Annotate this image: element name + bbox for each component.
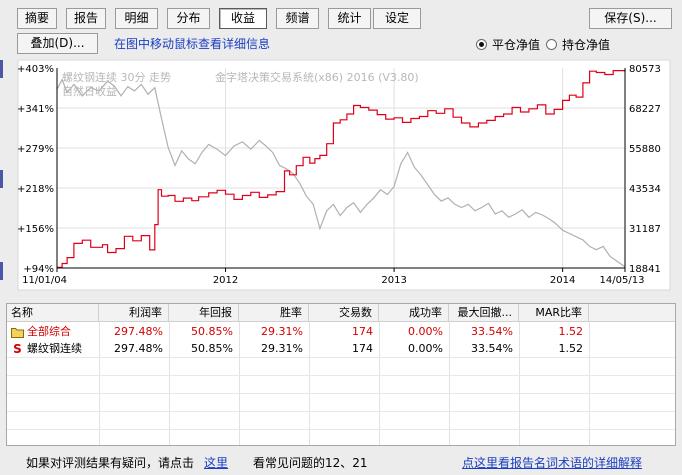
y-tick-label-left: +279% bbox=[17, 144, 54, 155]
glossary-link[interactable]: 点这里看报告名词术语的详细解释 bbox=[462, 454, 642, 471]
x-tick-label: 2013 bbox=[381, 275, 406, 286]
feedback-text: 如果对评测结果有疑问，请点击 bbox=[26, 456, 195, 470]
mode-label: 持仓净值 bbox=[562, 38, 611, 52]
overlay-period-label: 自然日收益 bbox=[62, 84, 117, 98]
y-tick-label-right: 18841 bbox=[629, 264, 661, 275]
mode-open-equity[interactable]: 持仓净值 bbox=[546, 36, 610, 53]
radio-unselected-icon[interactable] bbox=[546, 39, 557, 50]
row-divider bbox=[7, 393, 675, 394]
cell-max-drawdown: 33.54% bbox=[471, 342, 513, 355]
y-tick-label-right: 43534 bbox=[629, 184, 661, 195]
y-tick-label-left: +403% bbox=[17, 64, 54, 75]
cell-trade-count: 174 bbox=[352, 325, 373, 338]
cell-success-rate: 0.00% bbox=[408, 342, 443, 355]
column-header-max-drawdown[interactable]: 最大回撤... bbox=[449, 304, 519, 322]
row-name-cell: S 螺纹钢连续 bbox=[11, 341, 99, 357]
cell-mar-ratio: 1.52 bbox=[558, 325, 584, 338]
row-divider bbox=[7, 429, 675, 430]
cell-annual-return: 50.85% bbox=[191, 342, 233, 355]
report-window: 摘要 报告 明细 分布 收益 频谱 统计 设定 保存(S)... 叠加(D)..… bbox=[0, 0, 682, 475]
table-row[interactable]: S 螺纹钢连续 297.48% 50.85% 29.31% 174 0.00% … bbox=[7, 341, 675, 357]
equity-chart[interactable]: +403% 80573 +341% 68227 +279% 55880 +218% 43534… bbox=[0, 58, 682, 293]
cell-max-drawdown: 33.54% bbox=[471, 325, 513, 338]
help-here-link[interactable]: 这里 bbox=[204, 454, 228, 471]
cell-profit-rate: 297.48% bbox=[114, 325, 163, 338]
y-tick-label-right: 55880 bbox=[629, 144, 661, 155]
strategy-s-icon: S bbox=[13, 342, 22, 356]
x-tick-label: 2014 bbox=[550, 275, 575, 286]
radio-selected-icon[interactable] bbox=[476, 39, 487, 50]
x-tick-label: 14/05/13 bbox=[600, 275, 645, 286]
row-divider bbox=[7, 357, 675, 358]
cell-success-rate: 0.00% bbox=[408, 325, 443, 338]
tab-statistics[interactable]: 统计 bbox=[328, 8, 371, 29]
tab-details[interactable]: 明细 bbox=[115, 8, 158, 29]
overlay-instrument-label: 螺纹钢连续 30分 走势 bbox=[62, 70, 171, 84]
y-tick-label-left: +341% bbox=[17, 104, 54, 115]
column-header-name[interactable]: 名称 bbox=[7, 304, 99, 322]
column-header-mar-ratio[interactable]: MAR比率 bbox=[519, 304, 589, 322]
save-button[interactable]: 保存(S)... bbox=[589, 8, 672, 29]
cell-profit-rate: 297.48% bbox=[114, 342, 163, 355]
row-name: 全部综合 bbox=[27, 325, 71, 338]
y-tick-label-left: +94% bbox=[23, 264, 54, 275]
x-tick-label: 11/01/04 bbox=[22, 275, 67, 286]
tab-spectrum[interactable]: 频谱 bbox=[276, 8, 319, 29]
chart-hint: 在图中移动鼠标查看详细信息 bbox=[114, 37, 271, 51]
tab-report[interactable]: 报告 bbox=[66, 8, 106, 29]
overlay-system-label: 金字塔决策交易系统(x86) 2016 (V3.80) bbox=[215, 70, 419, 84]
tab-returns[interactable]: 收益 bbox=[219, 8, 267, 29]
row-divider bbox=[7, 375, 675, 376]
column-header-annual-return[interactable]: 年回报 bbox=[169, 304, 239, 322]
row-name-cell: 全部综合 bbox=[11, 324, 99, 340]
y-tick-label-right: 80573 bbox=[629, 64, 661, 75]
x-tick-label: 2012 bbox=[213, 275, 238, 286]
row-name: 螺纹钢连续 bbox=[27, 342, 82, 355]
cell-annual-return: 50.85% bbox=[191, 325, 233, 338]
cell-mar-ratio: 1.52 bbox=[558, 342, 584, 355]
column-header-trade-count[interactable]: 交易数 bbox=[309, 304, 379, 322]
mode-label: 平仓净值 bbox=[492, 38, 541, 52]
tab-summary[interactable]: 摘要 bbox=[17, 8, 57, 29]
cell-win-rate: 29.31% bbox=[261, 325, 303, 338]
column-header-win-rate[interactable]: 胜率 bbox=[239, 304, 309, 322]
results-table: 名称 利润率 年回报 胜率 交易数 成功率 最大回撤... MAR比率 全部综合 bbox=[6, 303, 676, 446]
y-tick-label-left: +156% bbox=[17, 224, 54, 235]
column-header-success-rate[interactable]: 成功率 bbox=[379, 304, 449, 322]
y-tick-label-right: 31187 bbox=[629, 224, 661, 235]
column-header-spacer bbox=[589, 304, 675, 322]
overlay-button[interactable]: 叠加(D)... bbox=[17, 33, 98, 54]
mode-closed-equity[interactable]: 平仓净值 bbox=[476, 36, 540, 53]
row-divider bbox=[7, 411, 675, 412]
tab-distribution[interactable]: 分布 bbox=[167, 8, 210, 29]
y-tick-label-left: +218% bbox=[17, 184, 54, 195]
y-tick-label-right: 68227 bbox=[629, 104, 661, 115]
table-row[interactable]: 全部综合 297.48% 50.85% 29.31% 174 0.00% 33.… bbox=[7, 324, 675, 340]
folder-icon bbox=[11, 327, 24, 338]
cell-win-rate: 29.31% bbox=[261, 342, 303, 355]
column-header-profit-rate[interactable]: 利润率 bbox=[99, 304, 169, 322]
cell-trade-count: 174 bbox=[352, 342, 373, 355]
tab-settings[interactable]: 设定 bbox=[373, 8, 421, 29]
faq-hint: 看常见问题的12、21 bbox=[253, 456, 368, 470]
